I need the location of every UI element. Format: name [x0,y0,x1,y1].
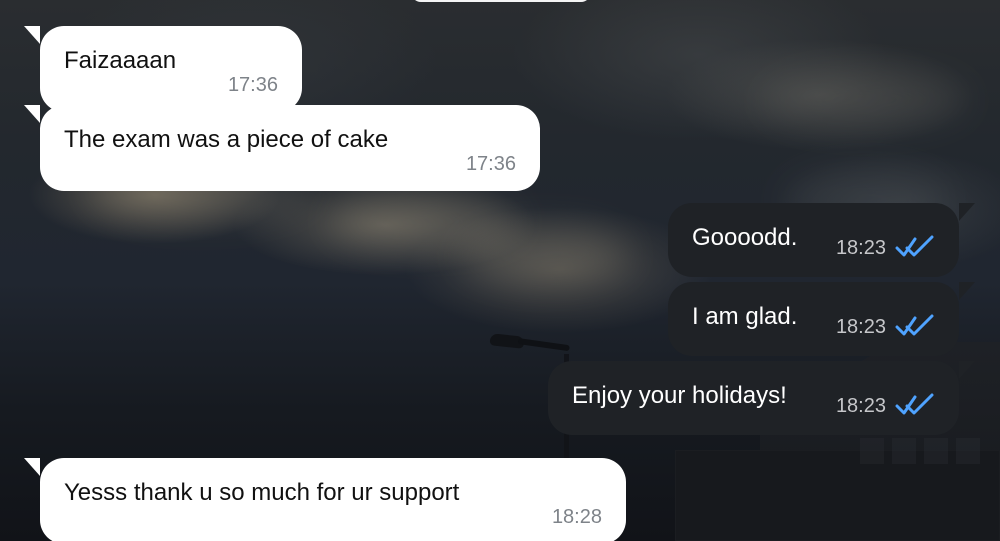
background-cloud [460,225,630,283]
chat-screen: Faizaaaan 17:36 The exam was a piece of … [0,0,1000,541]
message-time: 18:23 [835,237,886,259]
message-meta: 18:23 [818,302,935,338]
building-window [956,438,980,464]
message-meta: 18:23 [818,381,935,417]
message-bubble-incoming[interactable]: Faizaaaan 17:36 [24,26,302,112]
message-text: The exam was a piece of cake [64,126,389,153]
message-bubble-outgoing[interactable]: Enjoy your holidays! 18:23 [548,361,975,435]
double-check-icon [895,393,935,417]
message-meta: 18:28 [534,478,602,528]
double-check-icon [895,314,935,338]
message-time: 17:36 [227,74,278,96]
message-meta: 18:23 [818,223,935,259]
message-bubble-outgoing[interactable]: Goooodd. 18:23 [668,203,975,277]
message-time: 18:28 [551,506,602,528]
message-time: 18:23 [835,395,886,417]
message-time: 17:36 [465,153,516,175]
message-bubble-incoming[interactable]: Yesss thank u so much for ur support 18:… [24,458,626,541]
message-meta: 17:36 [210,46,278,96]
message-bubble-outgoing[interactable]: I am glad. 18:23 [668,282,975,356]
message-text: Goooodd. [692,224,798,251]
building-window [860,438,884,464]
message-text: I am glad. [692,303,798,330]
message-text: Faizaaaan [64,47,177,74]
building-window [924,438,948,464]
top-edge-tab [411,0,591,2]
street-lamp-arm [517,338,570,352]
message-text: Yesss thank u so much for ur support [64,479,460,506]
background-cloud [760,70,970,130]
message-time: 18:23 [835,316,886,338]
message-bubble-incoming[interactable]: The exam was a piece of cake 17:36 [24,105,540,191]
building-window [892,438,916,464]
message-meta: 17:36 [448,125,516,175]
double-check-icon [895,235,935,259]
building-windows [860,438,980,464]
message-text: Enjoy your holidays! [572,382,787,409]
